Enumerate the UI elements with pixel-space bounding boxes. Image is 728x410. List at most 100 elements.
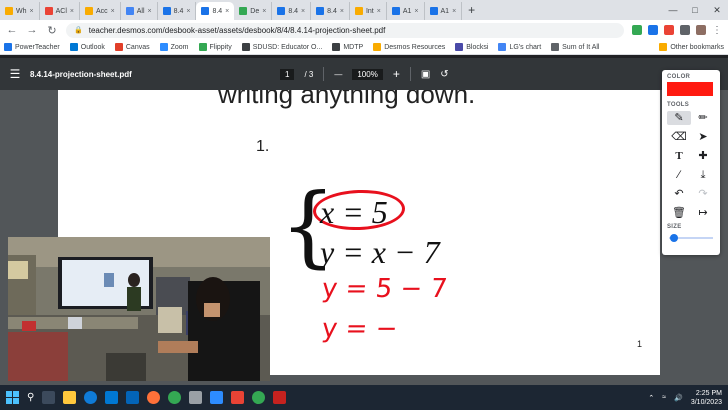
bookmark-favicon	[332, 43, 341, 51]
browser-tab[interactable]: 8.4 ×	[158, 2, 197, 20]
puzzle-icon[interactable]	[680, 25, 690, 35]
outlook-icon[interactable]	[126, 391, 140, 404]
bookmark-item[interactable]: SDUSD: Educator O...	[241, 43, 322, 51]
bookmark-item[interactable]: PowerTeacher	[4, 43, 60, 51]
search-icon[interactable]: ⚲	[27, 392, 34, 403]
bookmark-item[interactable]: Desmos Resources	[373, 43, 445, 51]
slider-knob[interactable]	[670, 234, 678, 242]
browser-tab[interactable]: A1 ×	[387, 2, 425, 20]
back-arrow-icon[interactable]: ←	[6, 24, 18, 36]
app-icon[interactable]	[231, 391, 245, 404]
text-icon[interactable]: T	[667, 149, 691, 163]
tools-label: TOOLS	[667, 102, 690, 108]
eraser-icon[interactable]: ⌫	[667, 130, 691, 144]
undo-icon[interactable]: ↶	[667, 187, 691, 201]
move-icon[interactable]: ✚	[691, 149, 715, 163]
browser-tab[interactable]: 8.4 ×	[311, 2, 350, 20]
tab-close-icon[interactable]: ×	[340, 8, 344, 15]
chevron-up-icon[interactable]: ⌃	[648, 394, 654, 402]
pen-icon[interactable]: ✎	[667, 111, 691, 125]
app-icon[interactable]	[273, 391, 287, 404]
reload-icon[interactable]: ↻	[46, 24, 58, 37]
color-swatch[interactable]	[667, 82, 713, 96]
tab-favicon	[354, 7, 363, 15]
zoom-in-button[interactable]: +	[393, 67, 400, 81]
edge-icon[interactable]	[84, 391, 98, 404]
kebab-menu-icon[interactable]: ⋮	[712, 25, 722, 36]
line-icon[interactable]: ∕	[667, 168, 691, 182]
tab-close-icon[interactable]: ×	[148, 8, 152, 15]
close-icon[interactable]: ✕	[706, 5, 728, 16]
download-icon[interactable]: ⤓	[691, 168, 715, 182]
store-icon[interactable]	[105, 391, 119, 404]
hamburger-menu-icon[interactable]: ☰	[0, 67, 30, 81]
bookmark-item[interactable]: MDTP	[332, 43, 363, 51]
tab-close-icon[interactable]: ×	[377, 8, 381, 15]
extension-icon[interactable]	[664, 25, 674, 35]
equation-1: x = 5	[320, 194, 388, 230]
rotate-icon[interactable]: ↺	[440, 69, 448, 80]
highlighter-icon[interactable]: ✏	[691, 111, 715, 125]
browser-tab[interactable]: Acc ×	[80, 2, 121, 20]
browser-tab[interactable]: ACl ×	[40, 2, 80, 20]
browser-tab[interactable]: Int ×	[350, 2, 387, 20]
windows-start-icon[interactable]	[6, 391, 19, 404]
browser-tab[interactable]: De ×	[234, 2, 273, 20]
wifi-icon[interactable]: ≈	[662, 394, 666, 401]
tab-close-icon[interactable]: ×	[30, 8, 34, 15]
new-tab-button[interactable]: +	[462, 2, 481, 20]
tab-label: De	[250, 7, 260, 15]
minimize-icon[interactable]: —	[662, 5, 684, 15]
avatar[interactable]	[696, 25, 706, 35]
size-slider[interactable]	[667, 233, 715, 243]
browser-tab[interactable]: Wh ×	[0, 2, 40, 20]
speaker-icon[interactable]: 🔊	[674, 394, 683, 402]
redo-icon[interactable]: ↷	[691, 187, 715, 201]
tab-label: Wh	[16, 7, 27, 15]
extension-icon[interactable]	[632, 25, 642, 35]
bookmark-item[interactable]: LG's chart	[498, 43, 541, 51]
extension-icon[interactable]	[648, 25, 658, 35]
tab-favicon	[277, 7, 286, 15]
tab-label: 8.4	[212, 7, 223, 15]
zoom-level[interactable]: 100%	[352, 68, 383, 80]
bookmark-item[interactable]: Outlook	[69, 43, 105, 51]
bookmark-item[interactable]: Blocksi	[455, 43, 488, 51]
file-explorer-icon[interactable]	[63, 391, 77, 404]
browser-tab[interactable]: 8.4 ×	[196, 2, 235, 20]
tab-close-icon[interactable]: ×	[262, 8, 266, 15]
forward-arrow-icon[interactable]: →	[26, 24, 38, 36]
app-icon[interactable]	[189, 391, 203, 404]
trash-icon[interactable]: 🗑	[667, 206, 691, 220]
bookmark-item[interactable]: Canvas	[114, 43, 150, 51]
browser-tab[interactable]: 8.4 ×	[272, 2, 312, 20]
task-view-icon[interactable]	[42, 391, 56, 404]
exit-icon[interactable]: ↦	[691, 206, 715, 220]
tab-close-icon[interactable]: ×	[70, 8, 74, 15]
browser-tab[interactable]: All ×	[121, 2, 158, 20]
other-bookmarks[interactable]: Other bookmarks	[659, 43, 724, 51]
window-controls: — □ ✕	[662, 0, 728, 20]
address-bar[interactable]: 🔒 teacher.desmos.com/desbook-asset/asset…	[66, 22, 624, 38]
browser-tab[interactable]: A1 ×	[425, 2, 463, 20]
zoom-out-button[interactable]: —	[334, 70, 342, 79]
select-arrow-icon[interactable]: ➤	[691, 130, 715, 144]
tab-close-icon[interactable]: ×	[452, 8, 456, 15]
chrome-icon[interactable]	[168, 391, 182, 404]
page-input[interactable]: 1	[280, 68, 295, 80]
zoom-icon[interactable]	[210, 391, 224, 404]
page-total: / 3	[304, 69, 314, 79]
tab-close-icon[interactable]: ×	[111, 8, 115, 15]
fit-page-icon[interactable]: ▣	[421, 69, 430, 80]
bookmark-item[interactable]: Flippity	[198, 43, 232, 51]
tab-close-icon[interactable]: ×	[225, 8, 229, 15]
tab-close-icon[interactable]: ×	[301, 8, 305, 15]
bookmark-item[interactable]: Sum of It All	[551, 43, 600, 51]
tab-close-icon[interactable]: ×	[414, 8, 418, 15]
clock[interactable]: 2:25 PM 3/10/2023	[691, 389, 722, 407]
chrome-icon[interactable]	[252, 391, 266, 404]
bookmark-item[interactable]: Zoom	[159, 43, 189, 51]
firefox-icon[interactable]	[147, 391, 161, 404]
tab-close-icon[interactable]: ×	[186, 8, 190, 15]
maximize-icon[interactable]: □	[684, 5, 706, 15]
